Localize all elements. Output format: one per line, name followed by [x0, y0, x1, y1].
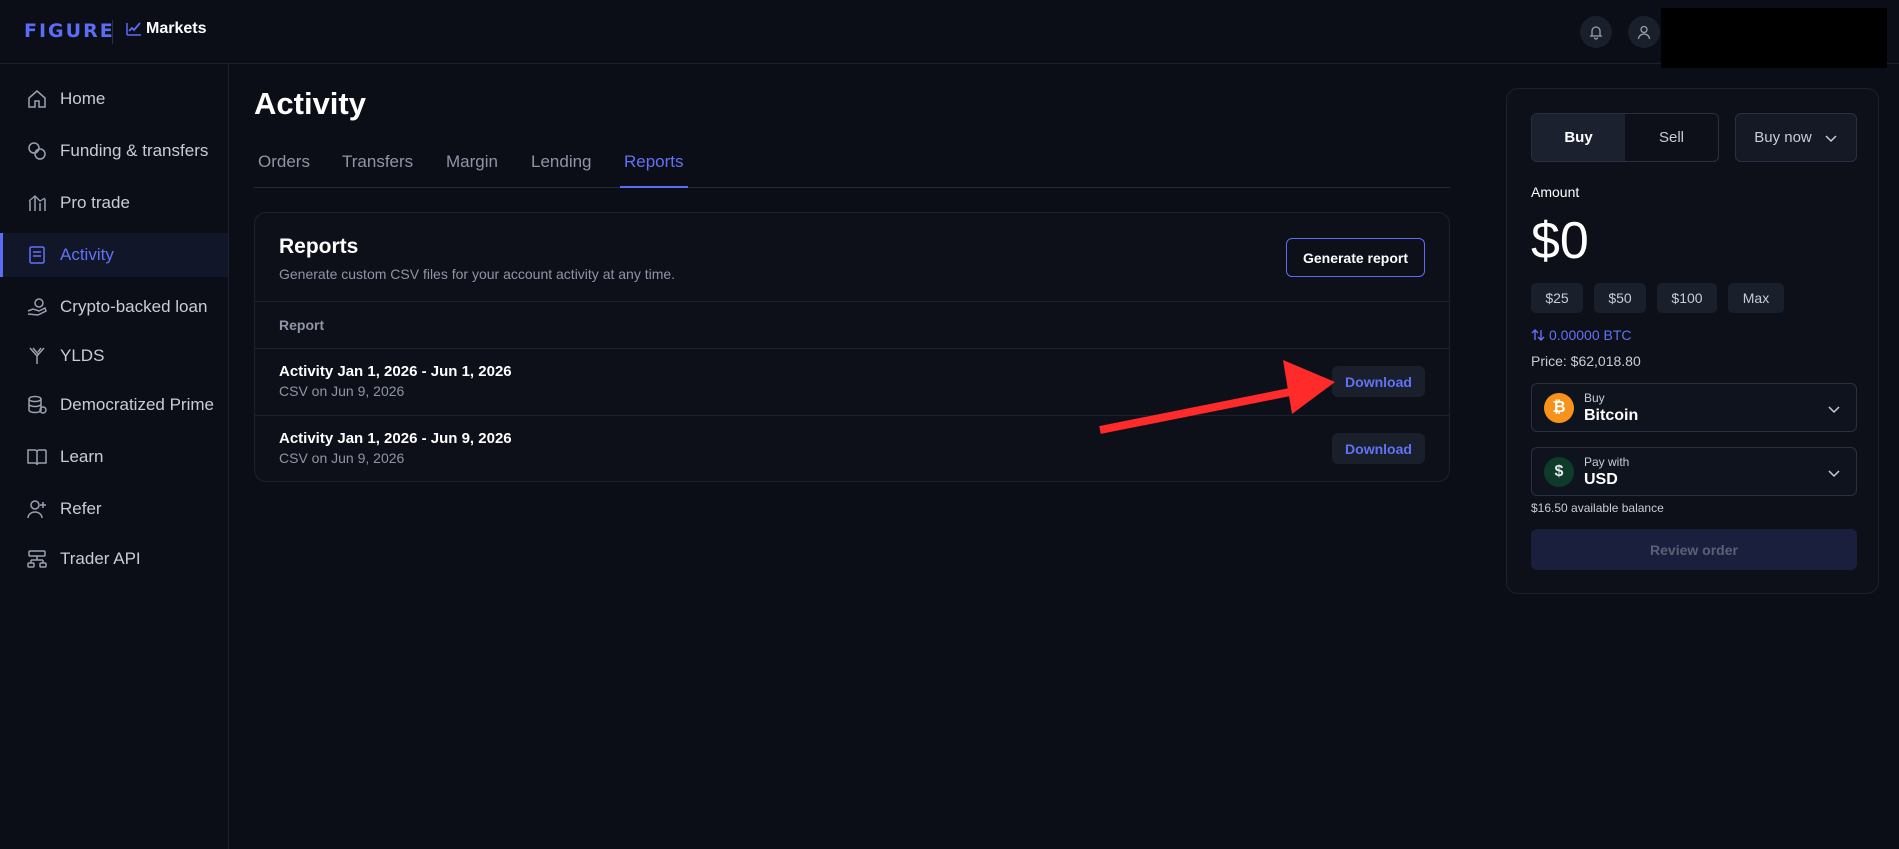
activity-icon: [29, 246, 45, 264]
divider: [255, 415, 1449, 416]
profile-button[interactable]: [1628, 16, 1660, 48]
dollar-icon: $: [1544, 457, 1574, 487]
buy-sell-toggle: Buy Sell: [1531, 113, 1719, 162]
sidebar-item-label: Activity: [60, 245, 114, 264]
book-icon: [27, 449, 47, 466]
tab-orders[interactable]: Orders: [258, 152, 310, 188]
sidebar-item-label: Refer: [60, 499, 102, 518]
refer-icon: [27, 500, 46, 519]
markets-link[interactable]: Markets: [126, 20, 206, 38]
sidebar-item-label: Home: [60, 89, 106, 108]
tab-transfers[interactable]: Transfers: [342, 152, 413, 188]
amount-label: Amount: [1531, 184, 1580, 200]
amount-value[interactable]: $0: [1531, 211, 1589, 271]
asset-select-value: Bitcoin: [1584, 407, 1639, 424]
asset-select[interactable]: ₿ Buy Bitcoin: [1531, 383, 1857, 432]
pro-trade-icon: [28, 195, 46, 211]
sidebar-item-learn[interactable]: Learn: [0, 435, 228, 479]
chevron-down-icon: [1828, 406, 1840, 414]
currency-switch[interactable]: 0.00000 BTC: [1531, 327, 1632, 343]
sidebar-item-label: Learn: [60, 447, 104, 466]
swap-arrows-icon: [1531, 329, 1545, 341]
sidebar-item-crypto-loan[interactable]: Crypto-backed loan: [0, 285, 228, 329]
payment-select-value: USD: [1584, 471, 1618, 488]
sidebar-item-funding[interactable]: Funding & transfers: [0, 129, 228, 173]
available-balance: $16.50 available balance: [1531, 501, 1664, 515]
sidebar-item-ylds[interactable]: YLDS: [0, 334, 228, 378]
preset-50[interactable]: $50: [1594, 283, 1646, 313]
notifications-button[interactable]: [1580, 16, 1612, 48]
redacted-area: [1661, 8, 1887, 68]
tab-lending[interactable]: Lending: [531, 152, 592, 188]
sidebar-item-activity[interactable]: Activity: [0, 233, 228, 277]
report-title: Activity Jan 1, 2026 - Jun 1, 2026: [279, 363, 512, 380]
sidebar: Home Funding & transfers Pro trade Activ…: [0, 64, 229, 849]
tab-margin[interactable]: Margin: [446, 152, 498, 188]
sidebar-item-democratized-prime[interactable]: Democratized Prime: [0, 383, 228, 427]
payment-select[interactable]: $ Pay with USD: [1531, 447, 1857, 496]
sidebar-item-home[interactable]: Home: [0, 77, 228, 121]
reports-subtitle: Generate custom CSV files for your accou…: [279, 266, 676, 282]
logo-divider: [112, 20, 113, 44]
payment-select-label: Pay with: [1584, 455, 1630, 469]
sidebar-item-pro-trade[interactable]: Pro trade: [0, 181, 228, 225]
activity-tabs: Orders Transfers Margin Lending Reports: [254, 148, 1450, 188]
api-icon: [27, 550, 47, 568]
sidebar-item-label: Funding & transfers: [60, 141, 209, 160]
prime-icon: [28, 395, 47, 414]
download-button[interactable]: Download: [1332, 366, 1425, 397]
asset-select-label: Buy: [1584, 391, 1605, 405]
top-bar: FIGURE Markets: [0, 0, 1899, 68]
sidebar-item-label: YLDS: [60, 346, 105, 365]
markets-label: Markets: [146, 20, 207, 37]
chevron-down-icon: [1825, 134, 1837, 142]
buy-tab[interactable]: Buy: [1532, 114, 1625, 161]
sell-tab[interactable]: Sell: [1625, 114, 1718, 161]
reports-title: Reports: [279, 235, 359, 258]
trade-panel: Buy Sell Buy now Amount $0 $25 $50 $100 …: [1506, 88, 1879, 594]
sidebar-item-label: Pro trade: [60, 193, 130, 212]
preset-100[interactable]: $100: [1657, 283, 1717, 313]
report-title: Activity Jan 1, 2026 - Jun 9, 2026: [279, 430, 512, 447]
btc-amount: 0.00000 BTC: [1549, 327, 1632, 343]
loan-icon: [27, 298, 47, 316]
divider: [255, 301, 1449, 302]
download-button[interactable]: Download: [1332, 433, 1425, 464]
chart-check-icon: [126, 22, 141, 36]
bitcoin-icon: ₿: [1544, 393, 1574, 423]
preset-25[interactable]: $25: [1531, 283, 1583, 313]
sidebar-item-label: Trader API: [60, 549, 141, 568]
generate-report-button[interactable]: Generate report: [1286, 238, 1425, 277]
btc-price: Price: $62,018.80: [1531, 353, 1641, 369]
review-order-button[interactable]: Review order: [1531, 529, 1857, 570]
report-date: CSV on Jun 9, 2026: [279, 450, 405, 466]
home-icon: [28, 90, 46, 108]
sidebar-item-label: Democratized Prime: [60, 395, 214, 414]
divider: [255, 348, 1449, 349]
figure-logo[interactable]: FIGURE: [24, 20, 115, 42]
report-date: CSV on Jun 9, 2026: [279, 383, 405, 399]
sidebar-item-label: Crypto-backed loan: [60, 297, 208, 316]
sidebar-item-refer[interactable]: Refer: [0, 487, 228, 531]
order-type-dropdown[interactable]: Buy now: [1735, 113, 1857, 162]
bell-icon: [1589, 26, 1603, 40]
page-title: Activity: [254, 86, 366, 121]
preset-max[interactable]: Max: [1728, 283, 1784, 313]
tab-reports[interactable]: Reports: [620, 152, 688, 188]
funding-icon: [28, 142, 46, 160]
order-type-label: Buy now: [1754, 129, 1812, 146]
ylds-icon: [29, 347, 45, 364]
user-icon: [1637, 25, 1651, 40]
sidebar-item-trader-api[interactable]: Trader API: [0, 537, 228, 581]
reports-card: Reports Generate custom CSV files for yo…: [254, 212, 1450, 482]
column-header-report: Report: [279, 317, 325, 333]
chevron-down-icon: [1828, 470, 1840, 478]
